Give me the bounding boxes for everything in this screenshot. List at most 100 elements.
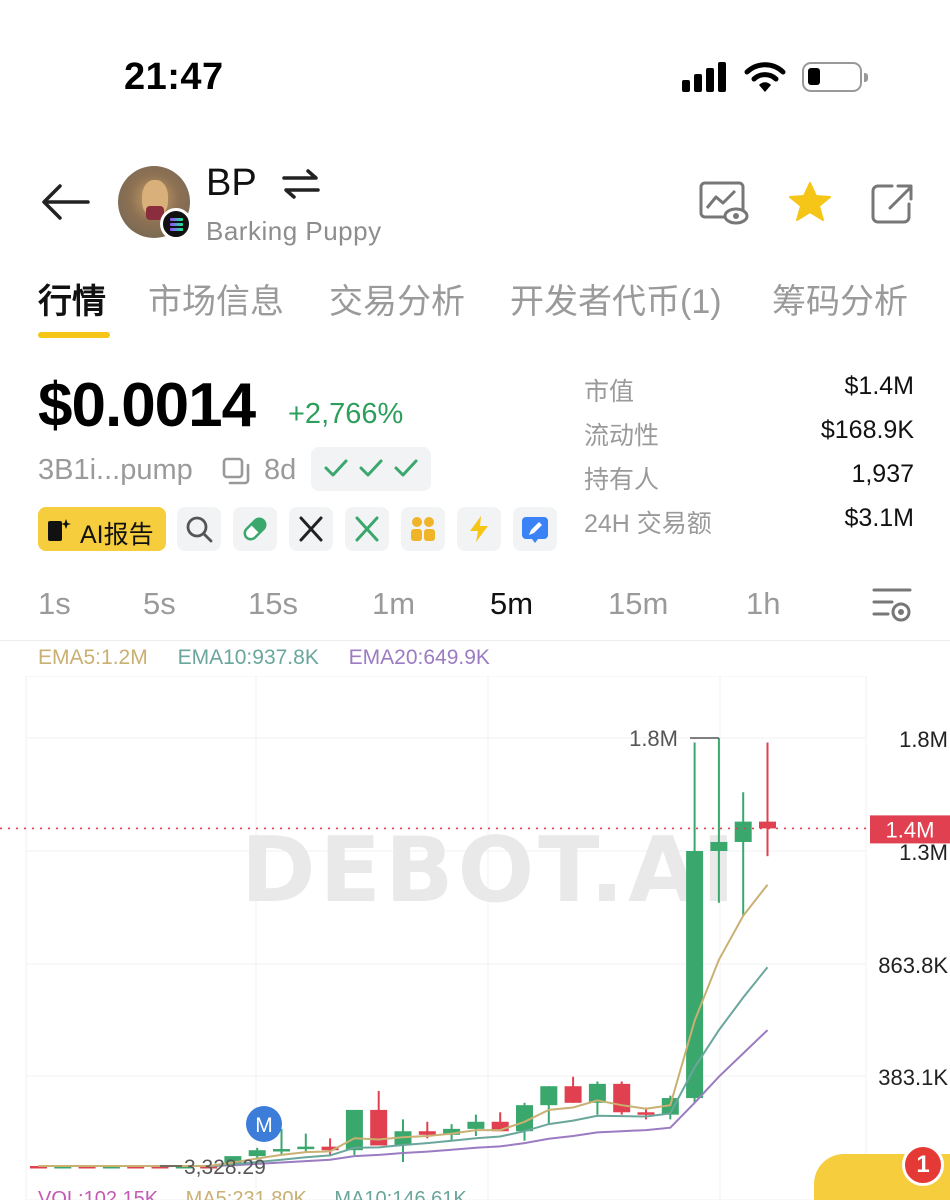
interval-5s[interactable]: 5s xyxy=(143,586,176,622)
back-arrow-icon[interactable] xyxy=(38,180,94,224)
ema20-value: EMA20:649.9K xyxy=(348,646,490,669)
volume-ma5-value: MA5:231.80K xyxy=(185,1188,307,1200)
candle-up xyxy=(273,1149,290,1152)
stat-value: 1,937 xyxy=(851,460,914,488)
solana-chain-icon xyxy=(160,208,192,240)
cellular-signal-icon xyxy=(682,62,728,92)
interval-15m[interactable]: 15m xyxy=(608,586,668,622)
ai-report-label: AI报告 xyxy=(80,521,154,549)
community-icon xyxy=(411,517,435,541)
current-price-label: 1.4M xyxy=(886,817,935,842)
high-annotation: 1.8M xyxy=(629,726,678,751)
volume-legend: VOL:102.15K MA5:231.80K MA10:146.61K xyxy=(38,1188,489,1200)
stat-label: 流动性 xyxy=(584,422,660,450)
stat-holders: 持有人 1,937 xyxy=(584,460,914,500)
wifi-icon xyxy=(744,62,786,92)
stat-value: $1.4M xyxy=(844,372,914,400)
edit-icon xyxy=(522,517,548,543)
volume-ma10-value: MA10:146.61K xyxy=(334,1188,467,1200)
stat-24h-volume: 24H 交易额 $3.1M xyxy=(584,504,914,544)
tab-trade-analysis[interactable]: 交易分析 xyxy=(329,274,465,323)
active-tab-indicator xyxy=(38,332,110,338)
candle-up xyxy=(297,1146,315,1150)
battery-icon xyxy=(802,62,868,92)
divider xyxy=(0,640,950,641)
candle-up xyxy=(710,841,728,851)
security-checks[interactable] xyxy=(311,447,431,491)
stat-label: 持有人 xyxy=(584,466,660,494)
tab-bar: 行情 市场信息 交易分析 开发者代币(1) 筹码分析 xyxy=(0,270,950,340)
lightning-icon xyxy=(470,516,488,542)
y-axis-label: 383.1K xyxy=(878,1065,948,1090)
token-symbol: BP xyxy=(206,162,257,204)
candle-up xyxy=(540,1086,558,1106)
candle-up xyxy=(734,821,752,842)
stat-market-cap: 市值 $1.4M xyxy=(584,372,914,412)
share-icon[interactable] xyxy=(868,180,920,226)
candle-up xyxy=(686,851,704,1099)
ema-legend: EMA5:1.2M EMA10:937.8K EMA20:649.9K xyxy=(38,646,514,670)
x-twitter-icon xyxy=(299,516,323,542)
tab-market-info[interactable]: 市场信息 xyxy=(148,274,284,323)
volume-value: VOL:102.15K xyxy=(38,1188,159,1200)
tab-chip-analysis[interactable]: 筹码分析 xyxy=(772,274,908,323)
candle-down xyxy=(637,1112,655,1115)
stat-label: 市值 xyxy=(584,378,635,406)
x-search-button[interactable] xyxy=(345,507,389,551)
y-axis-label: 1.3M xyxy=(899,840,948,865)
candle-down xyxy=(418,1131,436,1135)
tab-market[interactable]: 行情 xyxy=(38,274,106,323)
notification-badge: 1 xyxy=(902,1144,944,1186)
token-name: Barking Puppy xyxy=(206,216,382,246)
watermark: DEBOT.AI xyxy=(241,818,739,923)
pill-button[interactable] xyxy=(233,507,277,551)
stat-label: 24H 交易额 xyxy=(584,510,712,538)
candle-down xyxy=(564,1086,582,1103)
community-button[interactable] xyxy=(401,507,445,551)
token-header: BP Barking Puppy xyxy=(0,150,950,260)
stat-value: $3.1M xyxy=(844,504,914,532)
y-axis-label: 863.8K xyxy=(878,953,948,978)
search-icon xyxy=(186,516,213,543)
interval-1s[interactable]: 1s xyxy=(38,586,71,622)
watch-chart-icon[interactable] xyxy=(698,180,750,226)
interval-selector: 1s 5s 15s 1m 5m 15m 1h xyxy=(0,578,950,634)
flash-button[interactable] xyxy=(457,507,501,551)
check-icon xyxy=(359,459,383,477)
candle-up xyxy=(467,1121,485,1129)
ema10-value: EMA10:937.8K xyxy=(177,646,319,669)
plot-frame xyxy=(25,676,867,1200)
candle-down xyxy=(759,821,776,829)
token-price: $0.0014 xyxy=(38,371,256,440)
chart-settings-icon[interactable] xyxy=(870,582,914,626)
ai-report-icon xyxy=(48,519,71,541)
status-time: 21:47 xyxy=(124,56,224,98)
low-annotation: 3,328.29 xyxy=(184,1156,266,1179)
copy-icon[interactable] xyxy=(221,456,251,486)
x-search-icon xyxy=(355,516,379,542)
interval-5m[interactable]: 5m xyxy=(490,586,533,622)
interval-15s[interactable]: 15s xyxy=(248,586,298,622)
swap-icon[interactable] xyxy=(280,168,322,200)
pill-icon xyxy=(243,517,267,541)
marker-label: M xyxy=(255,1114,273,1137)
x-twitter-button[interactable] xyxy=(289,507,333,551)
token-age: 8d xyxy=(264,454,297,486)
ai-report-button[interactable]: AI报告 xyxy=(38,507,166,551)
stat-liquidity: 流动性 $168.9K xyxy=(584,416,914,456)
price-change: +2,766% xyxy=(288,398,404,430)
interval-1m[interactable]: 1m xyxy=(372,586,415,622)
contract-address: 3B1i...pump xyxy=(38,454,193,486)
y-axis-label: 1.8M xyxy=(899,727,948,752)
status-bar: 21:47 xyxy=(0,0,950,150)
check-icon xyxy=(394,459,418,477)
edit-button[interactable] xyxy=(513,507,557,551)
search-button[interactable] xyxy=(177,507,221,551)
candle-up xyxy=(345,1109,363,1151)
favorite-star-icon[interactable] xyxy=(784,180,836,226)
stat-value: $168.9K xyxy=(820,416,914,444)
tab-developer-tokens[interactable]: 开发者代币(1) xyxy=(510,274,722,323)
interval-1h[interactable]: 1h xyxy=(746,586,780,622)
candle-down xyxy=(613,1083,631,1113)
price-chart[interactable]: DEBOT.AI 1.8M 1.3M 863.8K 383.1K 1.4M 1.8M 3,32… xyxy=(0,676,950,1200)
